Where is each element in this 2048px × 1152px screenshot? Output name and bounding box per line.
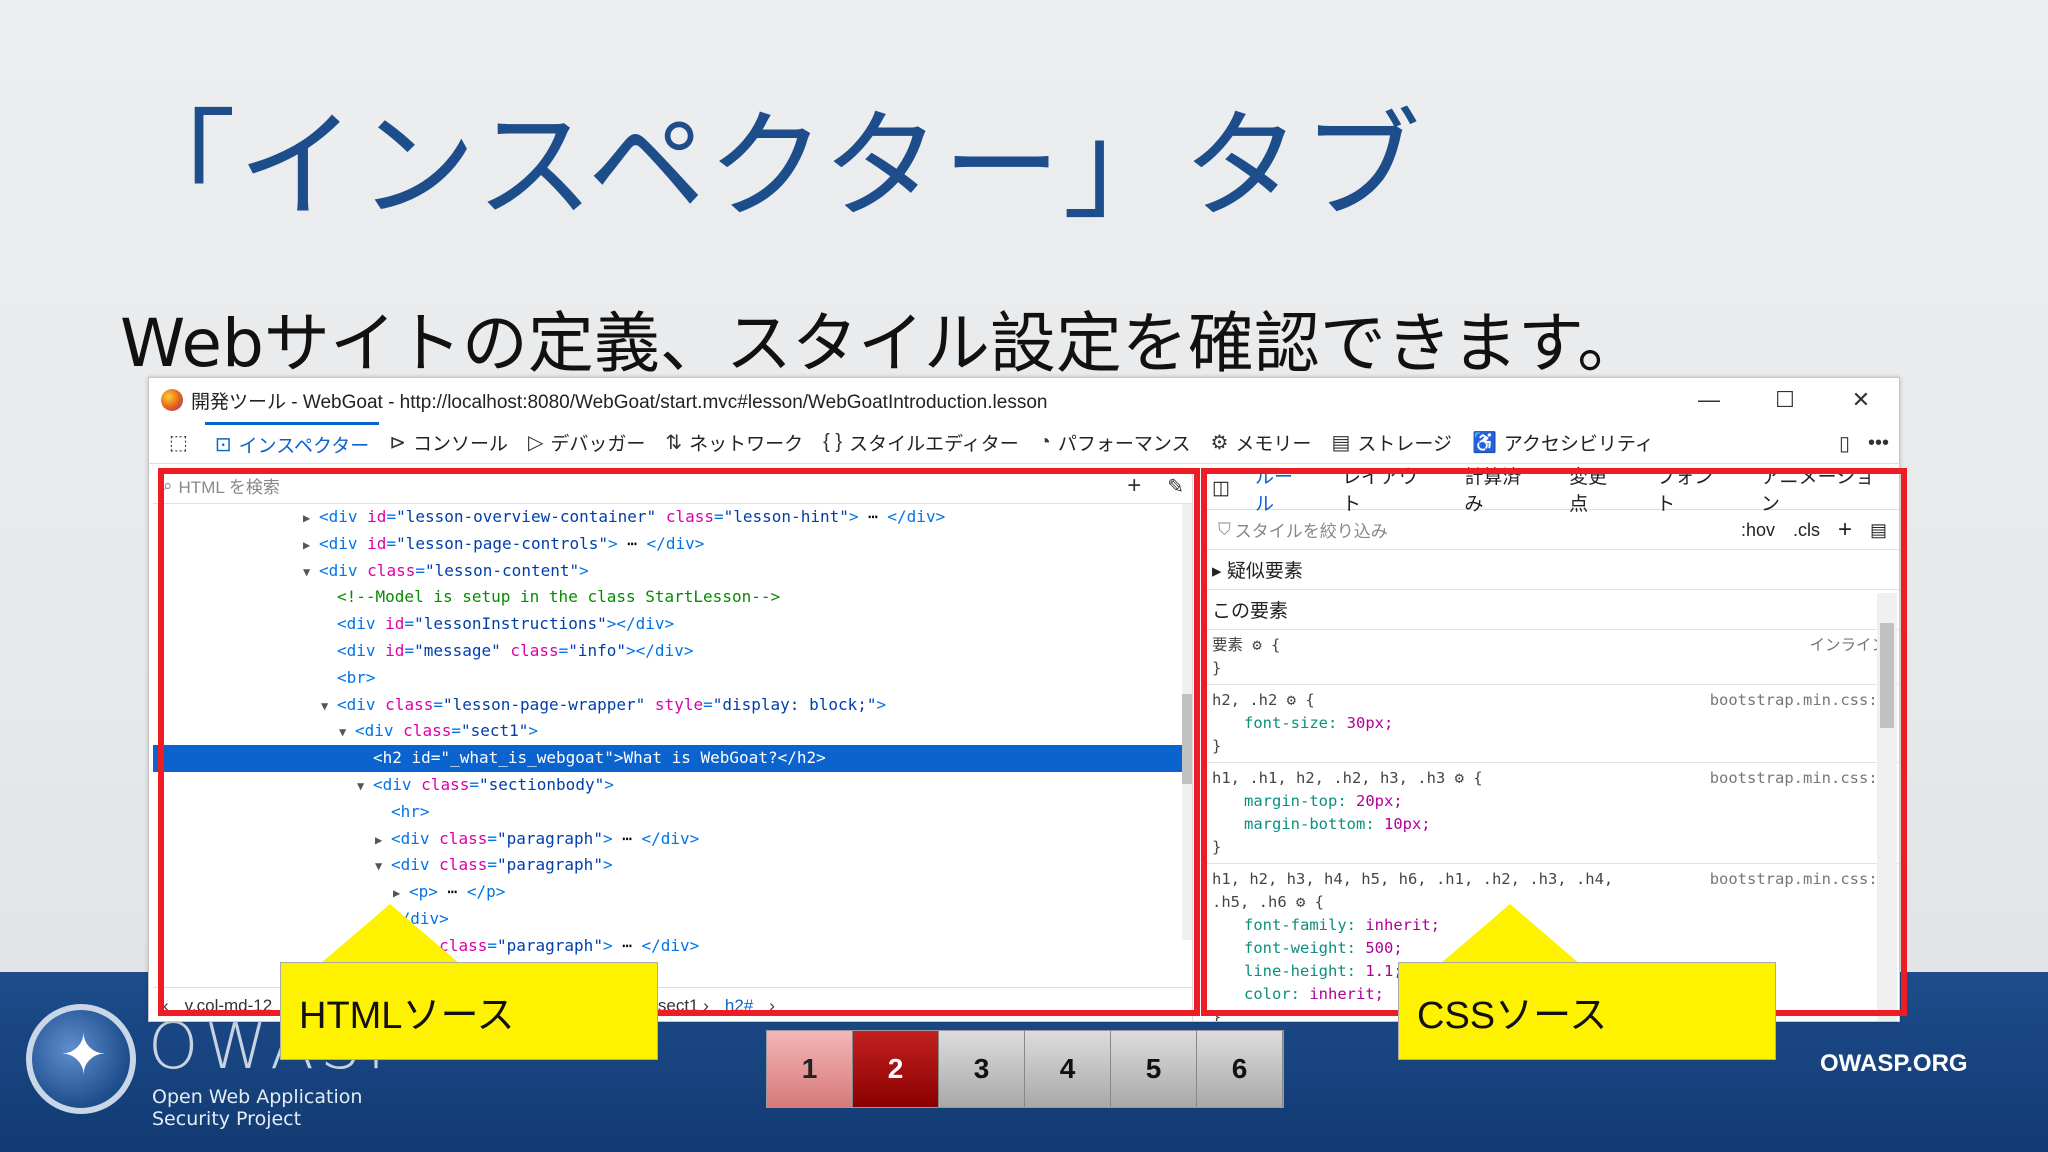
html-source-callout: HTMLソース: [280, 962, 658, 1060]
page-3-button[interactable]: 3: [939, 1031, 1025, 1107]
picker-icon: ⬚: [169, 432, 188, 454]
html-highlight-box: [158, 468, 1200, 1016]
tab-label: ストレージ: [1357, 434, 1452, 455]
page-2-button[interactable]: 2: [853, 1031, 939, 1107]
tab-label: スタイルエディター: [849, 434, 1019, 455]
tab-label: アクセシビリティ: [1503, 434, 1654, 455]
page-4-button[interactable]: 4: [1025, 1031, 1111, 1107]
maximize-button[interactable]: ☐: [1747, 378, 1823, 422]
tab-storage[interactable]: ▤ ストレージ: [1321, 422, 1462, 464]
tab-style-editor[interactable]: { } スタイルエディター: [813, 422, 1029, 464]
tab-label: デバッガー: [550, 434, 646, 455]
accessibility-icon: ♿: [1471, 432, 1497, 454]
tab-label: コンソール: [412, 434, 508, 455]
firefox-icon: [161, 389, 183, 411]
tab-performance[interactable]: ◔ パフォーマンス: [1029, 422, 1201, 464]
slide-subtitle: Webサイトの定義、スタイル設定を確認できます。: [120, 305, 1644, 382]
tab-picker[interactable]: ⬚: [159, 422, 205, 464]
owasp-logo-icon: ✦: [26, 1004, 136, 1114]
owasp-tagline: Open Web Application Security Project: [152, 1086, 363, 1130]
console-icon: ⊳: [389, 432, 406, 454]
debugger-icon: ▷: [527, 432, 544, 454]
page-5-button[interactable]: 5: [1111, 1031, 1197, 1107]
more-options-icon[interactable]: •••: [1868, 432, 1889, 455]
tab-label: パフォーマンス: [1057, 434, 1191, 455]
slide-pager: 123456: [766, 1030, 1284, 1108]
tab-inspector[interactable]: ⊡ インスペクター: [204, 421, 380, 464]
css-source-callout: CSSソース: [1398, 962, 1776, 1060]
page-6-button[interactable]: 6: [1197, 1031, 1283, 1107]
html-callout-pointer: [320, 904, 460, 964]
style-editor-icon: { }: [823, 431, 843, 453]
network-icon: ⇅: [665, 432, 683, 454]
tab-label: メモリー: [1235, 434, 1312, 455]
minimize-button[interactable]: —: [1671, 378, 1747, 422]
storage-icon: ▤: [1331, 432, 1351, 454]
responsive-design-icon[interactable]: ▯: [1839, 431, 1850, 456]
memory-icon: ⚙: [1210, 432, 1229, 454]
devtools-toolbar: ⬚ ⊡ インスペクター ⊳ コンソール ▷ デバッガー ⇅ ネットワーク { } スタイルエディター…: [149, 421, 1899, 464]
tab-label: インスペクター: [238, 435, 370, 457]
close-button[interactable]: ✕: [1823, 378, 1899, 422]
inspector-icon: ⊡: [214, 433, 232, 456]
slide-title: 「インスペクター」タブ: [118, 97, 1423, 235]
window-title: 開発ツール - WebGoat - http://localhost:8080/…: [191, 391, 1048, 413]
css-callout-pointer: [1440, 904, 1580, 964]
tab-network[interactable]: ⇅ ネットワーク: [655, 422, 813, 464]
page-1-button[interactable]: 1: [767, 1031, 853, 1107]
tab-accessibility[interactable]: ♿ アクセシビリティ: [1462, 422, 1664, 464]
performance-icon: ◔: [1038, 431, 1051, 453]
tab-label: ネットワーク: [689, 434, 804, 455]
owasp-org-link[interactable]: OWASP.ORG: [1820, 1050, 1968, 1078]
window-titlebar: 開発ツール - WebGoat - http://localhost:8080/…: [149, 378, 1899, 422]
tab-console[interactable]: ⊳ コンソール: [379, 422, 518, 464]
tab-debugger[interactable]: ▷ デバッガー: [518, 422, 655, 464]
tab-memory[interactable]: ⚙ メモリー: [1200, 422, 1321, 464]
